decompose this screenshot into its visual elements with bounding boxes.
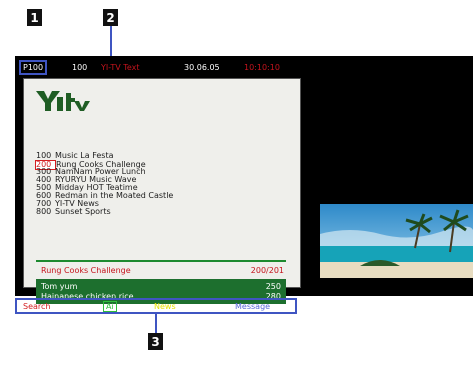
- callout-1: 1: [27, 9, 42, 26]
- page-indicator: P100: [19, 60, 48, 75]
- beach-image: [320, 204, 473, 278]
- detail-page: 200/201: [250, 266, 284, 275]
- program-row[interactable]: 800 Sunset Sports: [36, 208, 286, 216]
- detail-item-label: Tom yum: [41, 282, 78, 291]
- color-button-bar: Search Ai News Message: [15, 298, 297, 314]
- program-list: 100 Music La Festa 200 Rung Cooks Challenge…: [35, 152, 286, 216]
- teletext-header: P100 100 YI-TV Text 30.06.05 10:10:10: [15, 56, 473, 78]
- green-button-label[interactable]: Ai: [103, 301, 117, 312]
- callout-3-leader: [155, 314, 157, 333]
- detail-item-page: 250: [265, 282, 281, 291]
- blue-button-label[interactable]: Message: [235, 302, 270, 311]
- teletext-panel: 100 Music La Festa 200 Rung Cooks Challenge…: [23, 78, 301, 304]
- program-title: Sunset Sports: [55, 207, 111, 216]
- detail-item[interactable]: Tom yum 250: [41, 282, 281, 292]
- red-button-label[interactable]: Search: [23, 302, 50, 311]
- date: 30.06.05: [184, 63, 220, 72]
- detail-title: Rung Cooks Challenge: [41, 266, 131, 275]
- tv-picture: [320, 204, 473, 278]
- callout-3: 3: [148, 333, 163, 350]
- page-number: 100: [72, 63, 88, 72]
- yellow-button-label[interactable]: News: [154, 302, 176, 311]
- time: 10:10:10: [244, 63, 280, 72]
- service-title: YI-TV Text: [101, 63, 140, 72]
- detail-header: Rung Cooks Challenge 200/201: [41, 266, 284, 275]
- program-row[interactable]: 100 Music La Festa: [36, 152, 286, 160]
- teletext-screen: P100 100 YI-TV Text 30.06.05 10:10:10 10…: [15, 56, 473, 314]
- station-logo: [36, 91, 90, 111]
- callout-2: 2: [103, 9, 118, 26]
- program-number: 100: [36, 151, 52, 160]
- divider: [36, 260, 286, 262]
- program-number: 800: [36, 207, 52, 216]
- program-title: Music La Festa: [55, 151, 114, 160]
